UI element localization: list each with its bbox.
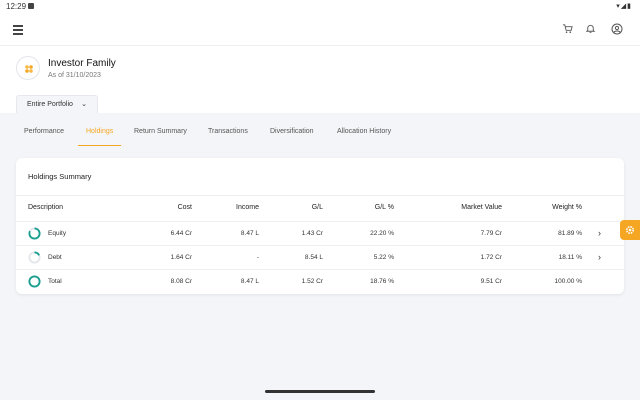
tab-holdings[interactable]: Holdings bbox=[78, 126, 122, 146]
cell-gl: 1.43 Cr bbox=[301, 230, 323, 237]
cell-income: 8.47 L bbox=[240, 278, 259, 285]
debt-weight-ring-icon bbox=[28, 251, 41, 264]
menu-icon[interactable] bbox=[13, 25, 23, 35]
equity-weight-ring-icon bbox=[28, 227, 41, 240]
cell-cost: 8.08 Cr bbox=[170, 278, 192, 285]
col-gl: G/L bbox=[311, 204, 323, 211]
col-weight: Weight % bbox=[552, 204, 582, 211]
total-weight-ring-icon bbox=[28, 275, 41, 288]
cell-gl-pct: 18.76 % bbox=[370, 278, 394, 285]
chevron-right-icon[interactable]: › bbox=[598, 228, 601, 238]
cell-market-value: 9.51 Cr bbox=[480, 278, 502, 285]
weight-ring-arc bbox=[28, 275, 41, 288]
cell-gl: 8.54 L bbox=[304, 254, 323, 261]
tab-return-summary[interactable]: Return Summary bbox=[134, 126, 187, 146]
account-icon[interactable] bbox=[610, 23, 624, 37]
table-row-total: Total 8.08 Cr 8.47 L 1.52 Cr 18.76 % 9.5… bbox=[16, 270, 624, 294]
col-gl-pct: G/L % bbox=[374, 204, 394, 211]
page-title: Investor Family bbox=[48, 58, 116, 69]
gesture-nav-bar[interactable] bbox=[265, 390, 375, 393]
table-row-debt[interactable]: Debt 1.64 Cr - 8.54 L 5.22 % 1.72 Cr 18.… bbox=[16, 246, 624, 270]
cell-market-value: 1.72 Cr bbox=[480, 254, 502, 261]
table-row-equity[interactable]: Equity 6.44 Cr 8.47 L 1.43 Cr 22.20 % 7.… bbox=[16, 222, 624, 246]
portfolio-selector-label: Entire Portfolio bbox=[27, 101, 73, 108]
cell-gl-pct: 5.22 % bbox=[373, 254, 394, 261]
cell-cost: 6.44 Cr bbox=[170, 230, 192, 237]
col-description: Description bbox=[28, 204, 64, 211]
chevron-down-icon: ⌄ bbox=[81, 101, 87, 108]
cell-income: 8.47 L bbox=[240, 230, 259, 237]
cell-description: Debt bbox=[48, 254, 62, 261]
cart-icon[interactable] bbox=[560, 23, 574, 37]
chevron-right-icon[interactable]: › bbox=[598, 252, 601, 262]
table-header: Description Cost Income G/L G/L % Market… bbox=[16, 196, 624, 220]
status-bar: 12:29 ▾◢▮ bbox=[0, 0, 640, 14]
gear-icon bbox=[625, 225, 635, 235]
cell-weight: 18.11 % bbox=[558, 254, 582, 261]
status-time: 12:29 bbox=[6, 2, 27, 11]
card-title: Holdings Summary bbox=[28, 172, 92, 181]
col-cost: Cost bbox=[177, 204, 192, 211]
settings-fab[interactable] bbox=[620, 220, 640, 240]
cell-gl: 1.52 Cr bbox=[301, 278, 323, 285]
cell-gl-pct: 22.20 % bbox=[370, 230, 394, 237]
holdings-summary-card: Holdings Summary Description Cost Income… bbox=[16, 158, 624, 294]
cell-weight: 81.89 % bbox=[558, 230, 582, 237]
app-bar bbox=[0, 14, 640, 46]
col-income: Income bbox=[236, 204, 259, 211]
tab-diversification[interactable]: Diversification bbox=[270, 126, 314, 146]
portfolio-header: Investor Family As of 31/10/2023 Entire … bbox=[0, 46, 640, 113]
tab-allocation-history[interactable]: Allocation History bbox=[337, 126, 391, 146]
system-status-icons: ▾◢▮ bbox=[616, 3, 632, 10]
tab-transactions[interactable]: Transactions bbox=[208, 126, 248, 146]
cell-income: - bbox=[256, 254, 259, 261]
cell-description: Equity bbox=[48, 230, 67, 237]
cell-weight: 100.00 % bbox=[554, 278, 582, 285]
tab-performance[interactable]: Performance bbox=[24, 126, 64, 146]
portfolio-selector[interactable]: Entire Portfolio ⌄ bbox=[16, 95, 98, 113]
notification-icon bbox=[28, 3, 34, 9]
as-of-date: As of 31/10/2023 bbox=[48, 72, 101, 79]
bell-icon[interactable] bbox=[583, 23, 597, 37]
logo-icon bbox=[25, 65, 33, 73]
cell-description: Total bbox=[48, 278, 62, 285]
cell-market-value: 7.79 Cr bbox=[480, 230, 502, 237]
family-logo bbox=[16, 56, 40, 80]
cell-cost: 1.64 Cr bbox=[170, 254, 192, 261]
col-market-value: Market Value bbox=[461, 204, 502, 211]
